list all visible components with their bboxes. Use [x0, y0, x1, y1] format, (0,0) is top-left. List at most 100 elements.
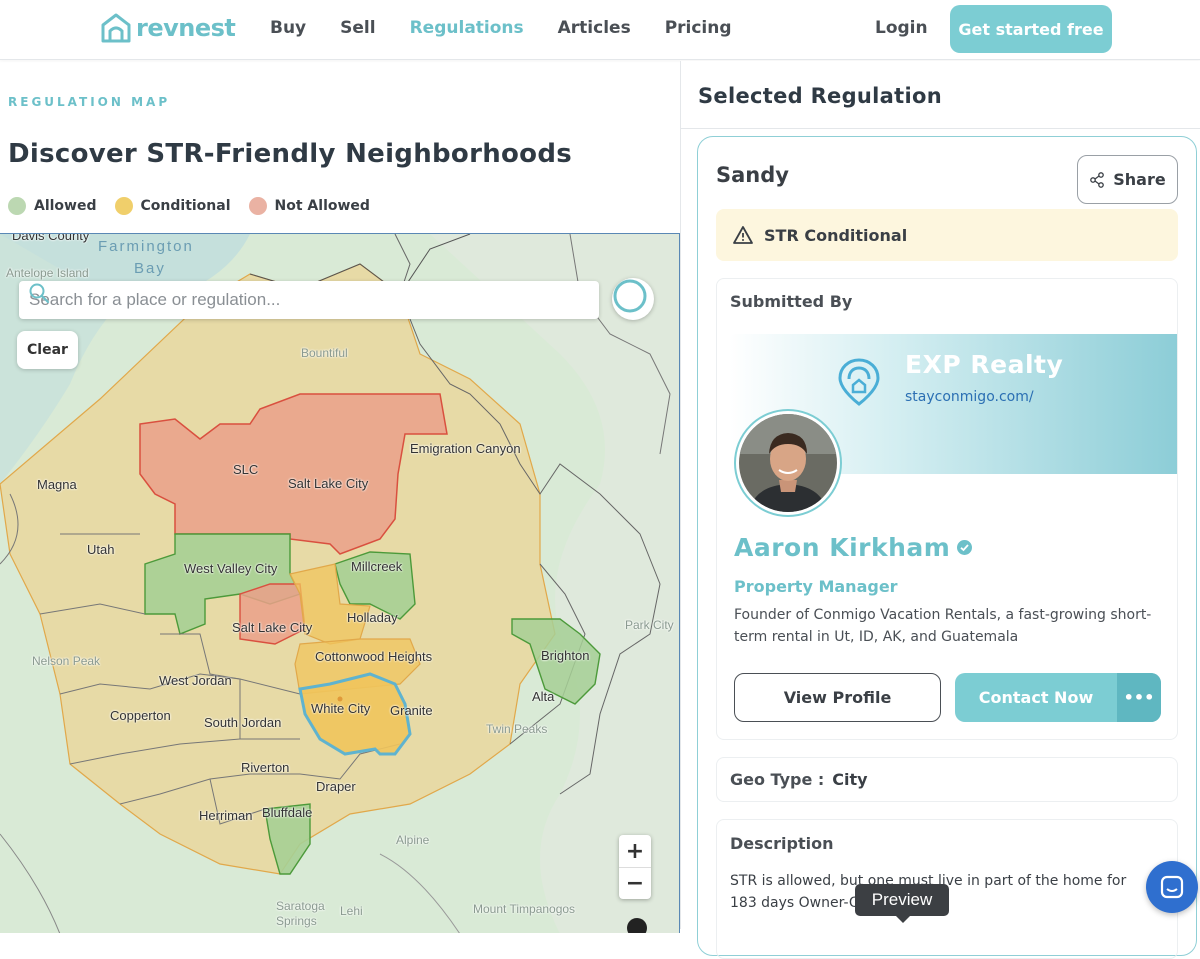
- house-logo-icon: [101, 13, 131, 43]
- map-label-twin-peaks: Twin Peaks: [486, 722, 548, 736]
- person-name[interactable]: Aaron Kirkham: [734, 533, 973, 562]
- panel-divider: [681, 128, 1200, 129]
- page-title: Discover STR-Friendly Neighborhoods: [8, 139, 573, 169]
- geo-type-value: City: [832, 770, 868, 789]
- preview-tooltip-arrow: [895, 915, 911, 923]
- compass-icon[interactable]: [627, 918, 647, 933]
- legend-allowed-dot: [8, 197, 26, 215]
- regulation-panel: Selected Regulation Sandy Share STR Cond…: [680, 61, 1200, 959]
- zoom-controls: + −: [619, 835, 651, 899]
- map-canvas[interactable]: [0, 234, 680, 933]
- person-role: Property Manager: [734, 577, 898, 596]
- avatar[interactable]: [734, 409, 842, 517]
- map-label-lehi: Lehi: [340, 904, 363, 918]
- nav-pricing[interactable]: Pricing: [665, 18, 732, 38]
- verified-badge-icon: [957, 540, 973, 555]
- legend-not-allowed: Not Allowed: [248, 197, 370, 215]
- legend-conditional-dot: [114, 197, 133, 215]
- place-name: Sandy: [716, 163, 789, 187]
- legend-allowed: Allowed: [8, 197, 97, 215]
- company-url-link[interactable]: stayconmigo.com/: [905, 389, 1034, 405]
- status-badge: STR Conditional: [716, 209, 1178, 261]
- map-label-bay: Bay: [134, 260, 166, 277]
- view-profile-button[interactable]: View Profile: [734, 673, 941, 722]
- company-name: EXP Realty: [905, 350, 1064, 379]
- map-label-west-valley-city: West Valley City: [184, 561, 278, 576]
- map-label-springs: Springs: [276, 914, 317, 928]
- nav-sell[interactable]: Sell: [340, 18, 375, 38]
- nav-regulations[interactable]: Regulations: [410, 18, 524, 38]
- map-label-south-salt-lake: Salt Lake City: [232, 620, 313, 635]
- main-nav: Buy Sell Regulations Articles Pricing: [270, 18, 732, 38]
- locate-icon: [613, 279, 647, 313]
- nav-articles[interactable]: Articles: [558, 18, 631, 38]
- contact-now-button[interactable]: Contact Now •••: [955, 673, 1161, 722]
- map-label-cottonwood-heights: Cottonwood Heights: [315, 649, 433, 664]
- description-label: Description: [730, 834, 834, 853]
- share-button[interactable]: Share: [1077, 155, 1178, 204]
- share-icon: [1090, 171, 1105, 188]
- submitted-by-section: Submitted By EXP Realty stayconmigo.com/: [716, 278, 1178, 740]
- get-started-button[interactable]: Get started free: [950, 5, 1112, 53]
- map-search-input[interactable]: [29, 290, 549, 310]
- preview-tooltip[interactable]: Preview: [855, 884, 949, 916]
- map-section: REGULATION MAP Discover STR-Friendly Nei…: [0, 61, 680, 933]
- map-label-alta: Alta: [532, 689, 555, 704]
- map-label-draper: Draper: [316, 779, 356, 794]
- map-label-herriman: Herriman: [199, 808, 253, 823]
- map-label-west-jordan: West Jordan: [159, 673, 232, 688]
- chat-button[interactable]: [1146, 861, 1198, 913]
- map-legend: Allowed Conditional Not Allowed: [8, 197, 370, 215]
- map-label-white-city: White City: [311, 701, 371, 716]
- status-text: STR Conditional: [764, 225, 908, 245]
- submitted-by-label: Submitted By: [730, 292, 853, 311]
- map-label-millcreek: Millcreek: [351, 559, 403, 574]
- map-label-emigration-canyon: Emigration Canyon: [410, 441, 521, 456]
- map-label-mount-timpanogos: Mount Timpanogos: [473, 902, 576, 916]
- zoom-in-button[interactable]: +: [619, 835, 651, 867]
- regulation-map[interactable]: Davis County Farmington Bay Antelope Isl…: [0, 233, 680, 933]
- locate-button[interactable]: [612, 278, 654, 320]
- nav-buy[interactable]: Buy: [270, 18, 306, 38]
- logo[interactable]: revnest: [100, 13, 236, 43]
- map-label-antelope-island: Antelope Island: [6, 266, 89, 280]
- top-nav-bar: revnest Buy Sell Regulations Articles Pr…: [0, 0, 1200, 60]
- map-label-davis-county: Davis County: [12, 233, 90, 243]
- company-logo-icon: [838, 358, 880, 406]
- map-label-bountiful: Bountiful: [301, 346, 348, 360]
- zoom-out-button[interactable]: −: [619, 867, 651, 899]
- legend-allowed-label: Allowed: [34, 198, 97, 214]
- map-label-utah: Utah: [87, 542, 115, 557]
- map-label-magna: Magna: [37, 477, 77, 492]
- person-bio: Founder of Conmigo Vacation Rentals, a f…: [734, 607, 1152, 645]
- clear-button[interactable]: Clear: [17, 331, 78, 369]
- logo-text: revnest: [136, 14, 236, 42]
- map-label-farmington: Farmington: [98, 238, 194, 255]
- legend-conditional-label: Conditional: [140, 198, 231, 214]
- map-label-salt-lake-city: Salt Lake City: [288, 476, 369, 491]
- map-label-copperton: Copperton: [110, 708, 171, 723]
- geo-type-label: Geo Type :: [730, 770, 825, 789]
- legend-not-allowed-label: Not Allowed: [274, 198, 370, 214]
- map-label-nelson-peak: Nelson Peak: [32, 654, 101, 668]
- geo-type-row: Geo Type : City: [716, 757, 1178, 802]
- regulation-card: Sandy Share STR Conditional Submitted By: [697, 136, 1197, 959]
- map-label-brighton: Brighton: [541, 648, 590, 663]
- legend-not-allowed-dot: [248, 197, 267, 215]
- panel-title: Selected Regulation: [698, 84, 942, 108]
- map-label-park-city: Park City: [625, 618, 674, 632]
- map-label-riverton: Riverton: [241, 760, 290, 775]
- map-label-south-jordan: South Jordan: [204, 715, 282, 730]
- map-search-bar: [19, 281, 599, 319]
- map-label-holladay: Holladay: [347, 610, 398, 625]
- more-options-button[interactable]: •••: [1117, 673, 1161, 722]
- map-label-saratoga: Saratoga: [276, 899, 325, 913]
- login-link[interactable]: Login: [875, 18, 928, 38]
- share-label: Share: [1113, 170, 1166, 189]
- search-icon: [29, 283, 50, 304]
- contact-now-label[interactable]: Contact Now: [955, 673, 1117, 722]
- avatar-photo: [739, 414, 837, 512]
- person-name-text: Aaron Kirkham: [734, 533, 951, 562]
- legend-conditional: Conditional: [114, 197, 231, 215]
- map-label-bluffdale: Bluffdale: [262, 805, 313, 820]
